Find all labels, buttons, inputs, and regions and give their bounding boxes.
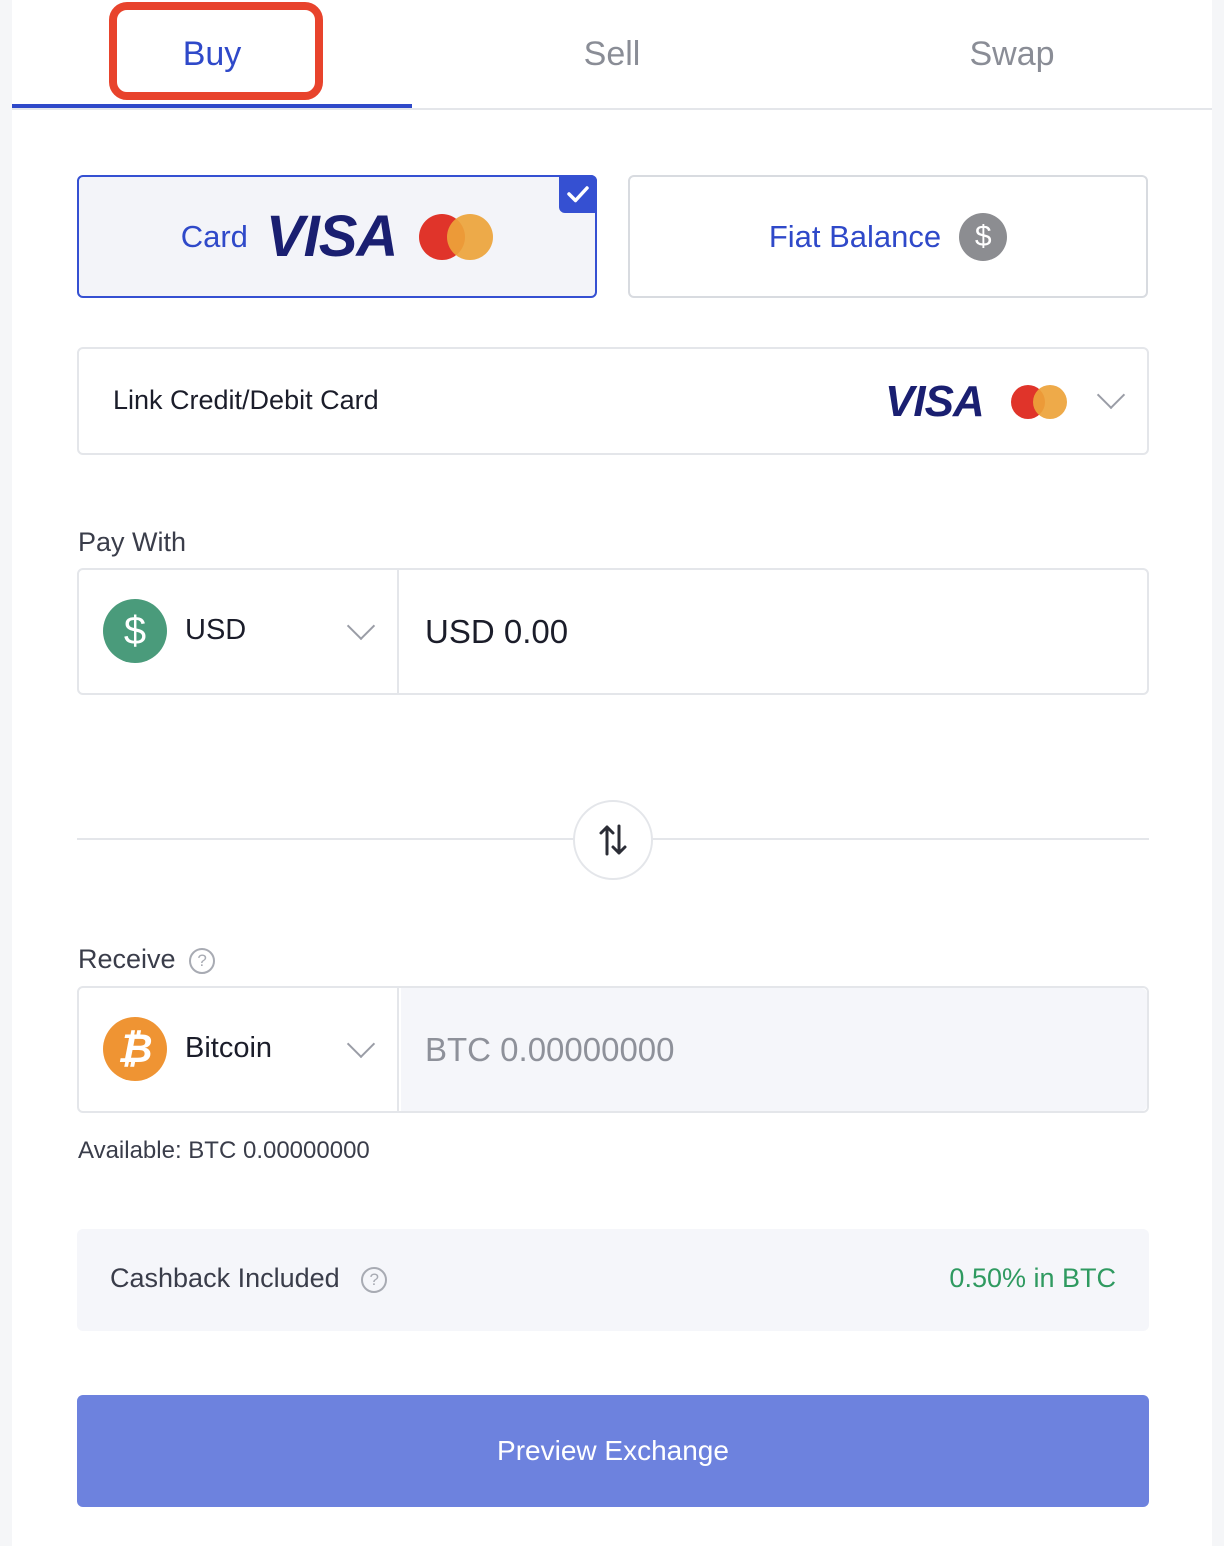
receive-label: Receive xyxy=(78,944,176,974)
chevron-down-icon xyxy=(346,611,376,641)
cashback-info: Cashback Included ? 0.50% in BTC xyxy=(77,1229,1149,1331)
pay-with-label: Pay With xyxy=(78,527,187,557)
check-icon xyxy=(559,175,597,213)
link-card-label: Link Credit/Debit Card xyxy=(113,385,379,415)
link-card-dropdown[interactable]: Link Credit/Debit Card VISA xyxy=(77,347,1149,455)
help-icon[interactable]: ? xyxy=(189,947,216,974)
mastercard-icon xyxy=(1011,385,1067,419)
visa-logo: VISA xyxy=(885,377,985,426)
receive-currency-name: Bitcoin xyxy=(185,1032,273,1064)
receive-label-row: Receive ? xyxy=(78,944,216,975)
swap-direction-button[interactable] xyxy=(573,800,653,880)
dollar-icon: $ xyxy=(959,212,1008,261)
fiat-method-label: Fiat Balance xyxy=(768,218,942,254)
tab-bar: Buy Sell Swap xyxy=(12,0,1212,110)
preview-exchange-button[interactable]: Preview Exchange xyxy=(77,1395,1149,1507)
available-balance: Available: BTC 0.00000000 xyxy=(78,1137,370,1164)
card-method-label: Card xyxy=(180,218,248,254)
dollar-icon: $ xyxy=(103,599,167,663)
mastercard-icon xyxy=(419,213,494,260)
visa-logo: VISA xyxy=(265,204,398,269)
cashback-label: Cashback Included xyxy=(110,1263,340,1293)
tab-buy[interactable]: Buy xyxy=(12,0,412,108)
help-icon[interactable]: ? xyxy=(361,1266,388,1293)
chevron-down-icon xyxy=(1096,380,1126,410)
pay-currency-name: USD xyxy=(185,614,247,646)
swap-arrows-icon xyxy=(599,824,627,856)
cashback-value: 0.50% in BTC xyxy=(949,1263,1116,1293)
chevron-down-icon xyxy=(346,1029,376,1059)
pay-with-row: $ USD xyxy=(77,568,1149,695)
pay-currency-select[interactable]: $ USD xyxy=(79,570,399,693)
payment-method-card[interactable]: Card VISA xyxy=(77,175,597,298)
exchange-panel: Buy Sell Swap Card VISA Fiat Balance $ L… xyxy=(12,0,1212,1546)
receive-amount-input[interactable] xyxy=(401,988,1147,1111)
pay-amount-input[interactable] xyxy=(401,570,1147,693)
payment-method-fiat-balance[interactable]: Fiat Balance $ xyxy=(628,175,1148,298)
cashback-label-row: Cashback Included ? xyxy=(110,1263,388,1294)
receive-currency-select[interactable]: ₿ Bitcoin xyxy=(79,988,399,1111)
bitcoin-icon: ₿ xyxy=(103,1017,167,1081)
tab-swap[interactable]: Swap xyxy=(812,0,1212,108)
active-tab-indicator xyxy=(12,104,412,108)
receive-row: ₿ Bitcoin xyxy=(77,986,1149,1113)
tab-sell[interactable]: Sell xyxy=(412,0,812,108)
